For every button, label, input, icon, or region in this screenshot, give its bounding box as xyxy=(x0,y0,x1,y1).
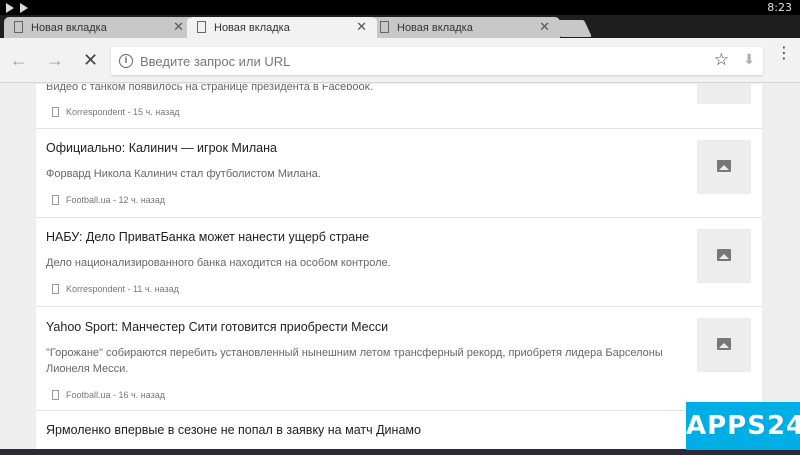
status-bar: 8:23 xyxy=(0,0,800,15)
omnibox[interactable]: i ☆ ⬇ xyxy=(111,47,763,75)
apps24-watermark-logo: APPS24 xyxy=(686,402,800,450)
page-icon xyxy=(380,21,389,33)
forward-icon[interactable]: → xyxy=(46,48,64,72)
image-placeholder-icon xyxy=(717,249,731,261)
article-title: Yahoo Sport: Манчестер Сити готовится пр… xyxy=(46,320,389,334)
article-snippet: Форвард Никола Калинич стал футболистом … xyxy=(46,168,321,180)
tab-title: Новая вкладка xyxy=(31,22,107,34)
document-icon xyxy=(52,107,59,117)
new-tab-content: Видео с танком появилось на странице пре… xyxy=(0,84,800,455)
bookmark-star-icon[interactable]: ☆ xyxy=(714,50,729,70)
download-icon[interactable]: ⬇ xyxy=(743,51,755,68)
article-suggestions: Видео с танком появилось на странице пре… xyxy=(36,84,762,455)
article-title: Официально: Калинич — игрок Милана xyxy=(46,141,277,155)
tab-close-icon[interactable]: ✕ xyxy=(356,20,367,34)
url-input[interactable] xyxy=(140,47,700,75)
article-title: Ярмоленко впервые в сезоне не попал в за… xyxy=(46,423,421,437)
article-source-text: Football.ua - 16 ч. назад xyxy=(66,390,165,400)
article-thumbnail xyxy=(697,318,751,372)
article-card[interactable]: НАБУ: Дело ПриватБанка может нанести уще… xyxy=(36,218,762,307)
tab-1[interactable]: Новая вкладка ✕ xyxy=(4,17,194,39)
tab-close-icon[interactable]: ✕ xyxy=(539,20,550,34)
play-store-notification-icon xyxy=(6,3,14,13)
article-source: Korrespondent - 15 ч. назад xyxy=(52,107,180,117)
article-thumbnail xyxy=(697,229,751,283)
article-thumbnail xyxy=(697,84,751,104)
article-card[interactable]: Видео с танком появилось на странице пре… xyxy=(36,84,762,129)
article-source-text: Football.ua - 12 ч. назад xyxy=(66,195,165,205)
status-time: 8:23 xyxy=(767,1,792,14)
tab-strip: Новая вкладка ✕ Новая вкладка ✕ Новая вк… xyxy=(0,15,800,39)
page-icon xyxy=(14,21,23,33)
browser-toolbar: ← → ✕ i ☆ ⬇ ⋮ xyxy=(0,38,800,83)
page-icon xyxy=(197,21,206,33)
article-title: НАБУ: Дело ПриватБанка может нанести уще… xyxy=(46,230,370,244)
document-icon xyxy=(52,195,59,205)
tab-close-icon[interactable]: ✕ xyxy=(173,20,184,34)
image-placeholder-icon xyxy=(717,160,731,172)
document-icon xyxy=(52,284,59,294)
article-source-text: Korrespondent - 11 ч. назад xyxy=(66,284,179,294)
article-source: Korrespondent - 11 ч. назад xyxy=(52,284,179,294)
stop-loading-icon[interactable]: ✕ xyxy=(83,48,98,72)
article-card[interactable]: Официально: Калинич — игрок Милана Форва… xyxy=(36,129,762,218)
article-source: Football.ua - 16 ч. назад xyxy=(52,390,165,400)
article-source: Football.ua - 12 ч. назад xyxy=(52,195,165,205)
article-snippet: Видео с танком появилось на странице пре… xyxy=(46,84,374,93)
article-source-text: Korrespondent - 15 ч. назад xyxy=(66,107,180,117)
image-placeholder-icon xyxy=(717,338,731,350)
tab-title: Новая вкладка xyxy=(397,22,473,34)
tab-title: Новая вкладка xyxy=(214,22,290,34)
article-thumbnail xyxy=(697,140,751,194)
tab-3[interactable]: Новая вкладка ✕ xyxy=(370,17,560,39)
back-icon[interactable]: ← xyxy=(10,48,28,72)
menu-icon[interactable]: ⋮ xyxy=(776,46,792,62)
tab-2-active[interactable]: Новая вкладка ✕ xyxy=(187,17,377,39)
play-store-notification-icon xyxy=(20,3,28,13)
bottom-edge xyxy=(0,449,800,455)
article-snippet: Дело национализированного банка находитс… xyxy=(46,257,391,269)
status-bar-notifications xyxy=(6,1,28,13)
info-icon[interactable]: i xyxy=(119,54,133,68)
article-card[interactable]: Yahoo Sport: Манчестер Сити готовится пр… xyxy=(36,307,762,411)
article-snippet: "Горожане" собираются перебить установле… xyxy=(46,347,663,375)
new-tab-button[interactable] xyxy=(552,20,592,37)
document-icon xyxy=(52,390,59,400)
